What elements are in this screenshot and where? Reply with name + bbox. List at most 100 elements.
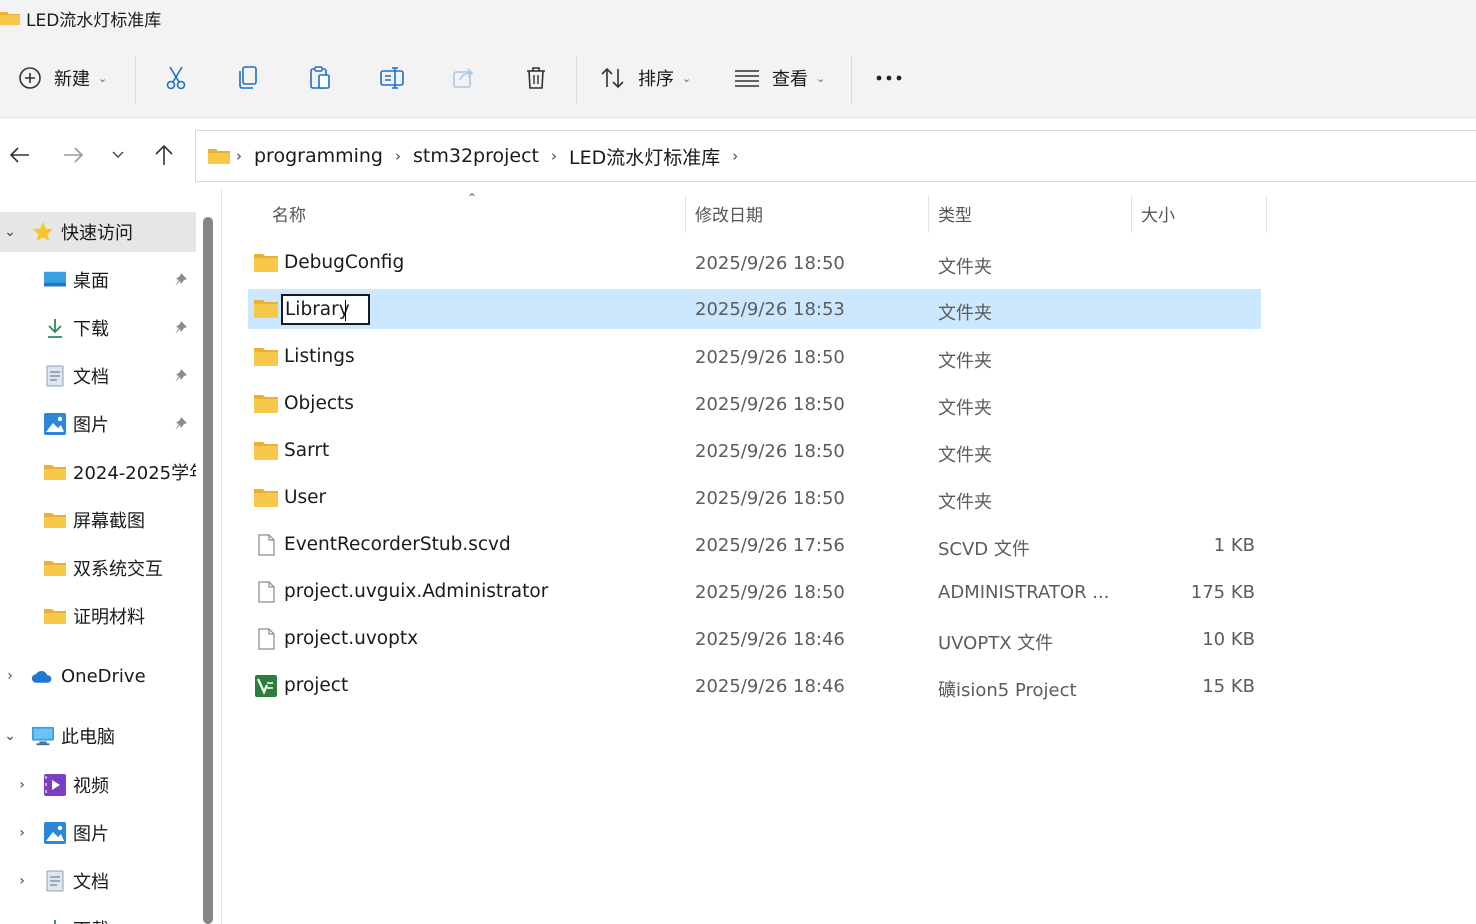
file-date: 2025/9/26 18:50 (695, 253, 845, 274)
folder-icon (254, 300, 278, 318)
table-row[interactable]: project.uvoptx 2025/9/26 18:46 UVOPTX 文件… (248, 619, 1261, 659)
recent-locations-button[interactable] (100, 139, 136, 171)
table-row[interactable]: Listings 2025/9/26 18:50 文件夹 (248, 337, 1261, 377)
paste-button[interactable] (304, 58, 336, 98)
sidebar-item-dual-system[interactable]: 双系统交互 (0, 548, 196, 588)
star-icon (32, 221, 54, 243)
chevron-down-icon[interactable]: ⌄ (0, 224, 20, 240)
pin-icon[interactable] (172, 319, 190, 337)
up-button[interactable] (146, 139, 182, 171)
sidebar-item-onedrive[interactable]: › OneDrive (0, 656, 196, 696)
file-type: 文件夹 (938, 445, 992, 466)
file-date: 2025/9/26 17:56 (695, 535, 845, 556)
sidebar-item-videos[interactable]: › 视频 (0, 765, 196, 805)
file-name: project.uvoptx (284, 628, 419, 649)
pin-icon[interactable] (172, 415, 190, 433)
sidebar-item-downloads[interactable]: 下载 (0, 308, 196, 348)
column-divider[interactable] (685, 195, 686, 233)
file-date: 2025/9/26 18:50 (695, 394, 845, 415)
new-button[interactable]: 新建 ⌄ (18, 58, 107, 98)
file-type: 礦ision5 Project (938, 680, 1077, 701)
column-header-name[interactable]: 名称 (272, 189, 306, 237)
column-divider[interactable] (1266, 195, 1267, 233)
table-row-selected[interactable]: Library 2025/9/26 18:53 文件夹 (248, 289, 1261, 329)
view-button[interactable]: 查看 ⌄ (734, 58, 825, 98)
pin-icon[interactable] (172, 271, 190, 289)
forward-button[interactable] (55, 139, 91, 171)
chevron-right-icon[interactable]: › (12, 873, 32, 889)
breadcrumb-separator-icon[interactable]: › (551, 147, 557, 165)
sidebar-item-screenshots[interactable]: 屏幕截图 (0, 500, 196, 540)
column-divider[interactable] (1131, 195, 1132, 233)
table-row[interactable]: User 2025/9/26 18:50 文件夹 (248, 478, 1261, 518)
sidebar-item-pc-pictures[interactable]: › 图片 (0, 813, 196, 853)
chevron-right-icon[interactable]: › (0, 668, 20, 684)
rename-icon (380, 67, 404, 89)
sidebar-item-school-year[interactable]: 2024-2025学年 (0, 452, 196, 492)
breadcrumb-current-folder[interactable]: LED流水灯标准库 (569, 143, 720, 170)
file-type: 文件夹 (938, 398, 992, 419)
table-row[interactable]: project 2025/9/26 18:46 礦ision5 Project … (248, 666, 1261, 706)
document-icon (44, 365, 66, 387)
pin-icon[interactable] (172, 367, 190, 385)
sidebar-item-label: OneDrive (61, 665, 146, 687)
file-date: 2025/9/26 18:46 (695, 676, 845, 697)
chevron-right-icon[interactable]: › (12, 777, 32, 793)
sidebar-scrollbar[interactable] (203, 217, 213, 924)
file-icon (258, 628, 275, 650)
chevron-right-icon[interactable]: › (12, 825, 32, 841)
table-row[interactable]: DebugConfig 2025/9/26 18:50 文件夹 (248, 243, 1261, 283)
rename-input-value: Library (285, 299, 350, 320)
folder-icon (254, 489, 278, 507)
file-name: Sarrt (284, 440, 330, 461)
file-name: Listings (284, 346, 355, 367)
rename-input[interactable]: Library (281, 294, 370, 325)
file-size: 10 KB (1202, 629, 1255, 650)
new-label: 新建 (54, 69, 90, 90)
table-row[interactable]: EventRecorderStub.scvd 2025/9/26 17:56 S… (248, 525, 1261, 565)
more-button[interactable] (872, 58, 906, 98)
arrow-right-icon (64, 147, 84, 163)
sidebar-item-label: 下载 (73, 916, 109, 924)
column-header-label: 修改日期 (695, 205, 763, 226)
view-label: 查看 (772, 69, 808, 90)
breadcrumb-stm32project[interactable]: stm32project (413, 145, 539, 167)
column-header-size[interactable]: 大小 (1141, 189, 1175, 237)
column-header-date[interactable]: 修改日期 (695, 189, 763, 237)
sidebar-item-label: 2024-2025学年 (73, 463, 196, 484)
breadcrumb-programming[interactable]: programming (254, 145, 383, 167)
sidebar-item-label: 下载 (73, 319, 109, 340)
sort-button[interactable]: 排序 ⌄ (600, 58, 691, 98)
sidebar-item-label: 屏幕截图 (73, 511, 145, 532)
delete-button[interactable] (520, 58, 552, 98)
table-row[interactable]: Objects 2025/9/26 18:50 文件夹 (248, 384, 1261, 424)
rename-button[interactable] (376, 58, 408, 98)
sidebar-item-documents[interactable]: 文档 (0, 356, 196, 396)
address-bar[interactable]: › programming › stm32project › LED流水灯标准库… (195, 130, 1476, 182)
table-row[interactable]: project.uvguix.Administrator 2025/9/26 1… (248, 572, 1261, 612)
folder-icon (0, 12, 20, 25)
breadcrumb-separator-icon[interactable]: › (732, 147, 738, 165)
sidebar-item-pc-downloads[interactable]: › 下载 (0, 909, 196, 924)
column-divider[interactable] (928, 195, 929, 233)
sidebar-item-certificates[interactable]: 证明材料 (0, 596, 196, 636)
file-icon (258, 534, 275, 556)
sidebar-item-pictures[interactable]: 图片 (0, 404, 196, 444)
sidebar-item-quick-access[interactable]: ⌄ 快速访问 (0, 212, 196, 252)
table-row[interactable]: Sarrt 2025/9/26 18:50 文件夹 (248, 431, 1261, 471)
copy-button[interactable] (232, 58, 264, 98)
cloud-icon (31, 665, 53, 687)
file-date: 2025/9/26 18:50 (695, 441, 845, 462)
breadcrumb-separator-icon[interactable]: › (395, 147, 401, 165)
cut-button[interactable] (160, 58, 192, 98)
column-header-type[interactable]: 类型 (938, 189, 972, 237)
sidebar-item-this-pc[interactable]: ⌄ 此电脑 (0, 716, 196, 756)
file-name: User (284, 487, 327, 508)
back-button[interactable] (2, 139, 38, 171)
share-button[interactable] (448, 58, 480, 98)
chevron-down-icon[interactable]: ⌄ (0, 728, 20, 744)
sidebar-item-desktop[interactable]: 桌面 (0, 260, 196, 300)
clipboard-icon (310, 66, 330, 89)
navigation-pane: ⌄ 快速访问 桌面 下载 文档 图片 2024-2025学年 屏幕截图 双系统交… (0, 189, 222, 924)
sidebar-item-pc-documents[interactable]: › 文档 (0, 861, 196, 901)
